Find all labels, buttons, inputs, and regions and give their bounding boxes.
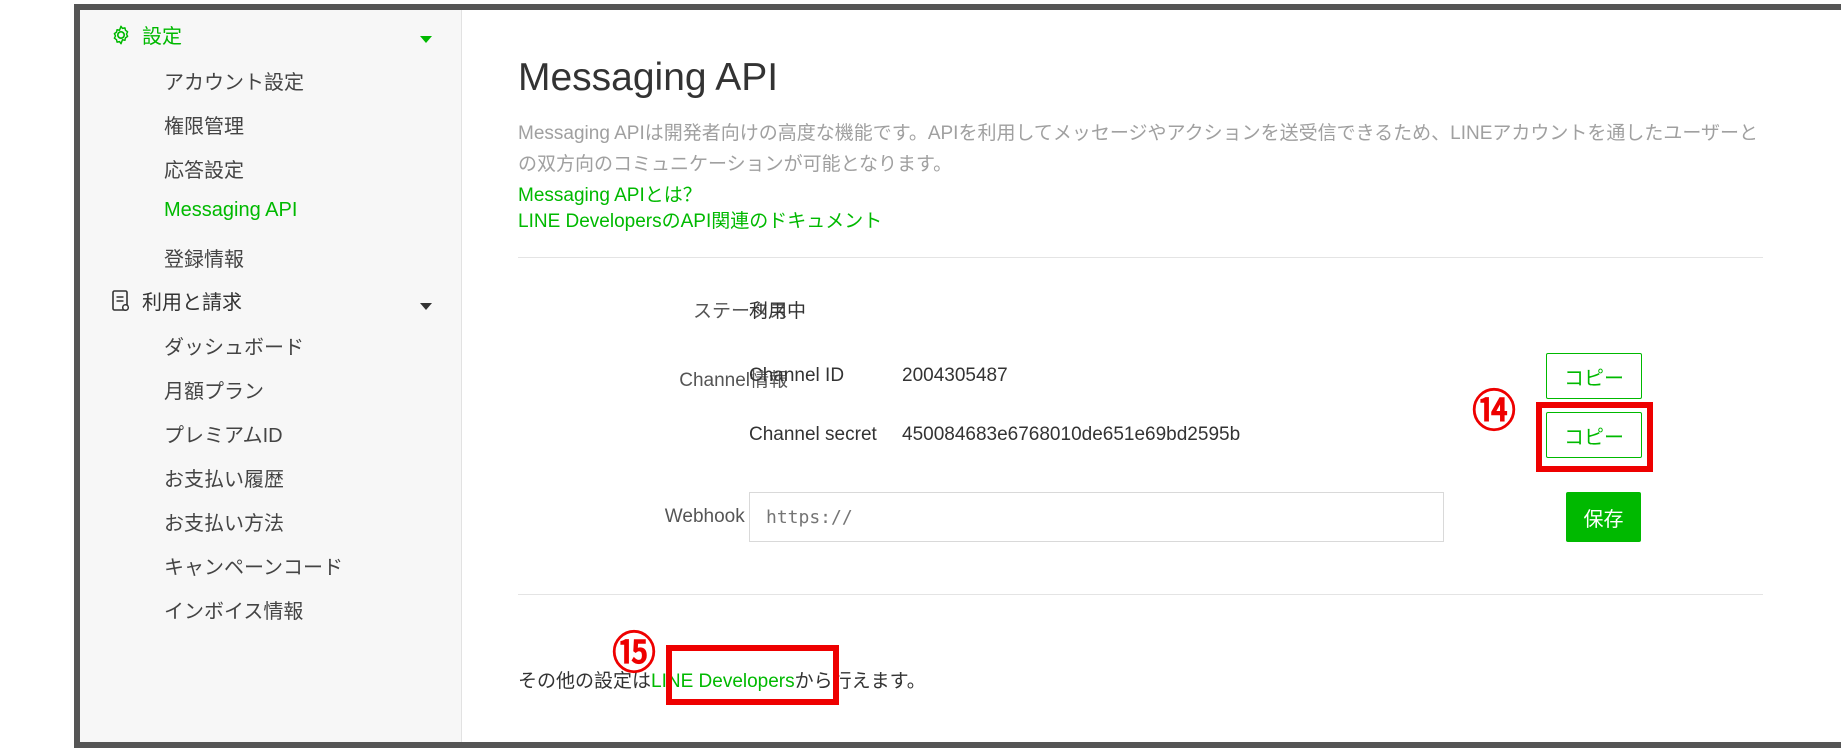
status-value: 利用中 (749, 301, 807, 322)
divider (518, 257, 1763, 258)
highlight-box-line-developers (666, 645, 839, 705)
channel-secret-label: Channel secret (749, 424, 877, 445)
sidebar-item-monthly-plan[interactable]: 月額プラン (164, 375, 264, 404)
page-description: Messaging APIは開発者向けの高度な機能です。APIを利用してメッセー… (518, 123, 1759, 175)
sidebar-section-billing[interactable]: 利用と請求 (110, 286, 242, 315)
channel-id-value: 2004305487 (902, 365, 1008, 386)
gear-icon (113, 25, 129, 44)
webhook-url-input[interactable] (749, 492, 1444, 542)
step-15-marker: ⑮ (612, 628, 656, 679)
api-docs-link[interactable]: LINE DevelopersのAPI関連のドキュメント (518, 206, 882, 233)
highlight-box-copy-secret (1536, 402, 1653, 472)
sidebar: 設定 アカウント設定 権限管理 応答設定 Messaging API 登録情報 … (80, 10, 462, 742)
sidebar-section-label: 設定 (142, 26, 182, 48)
sidebar-item-permissions[interactable]: 権限管理 (164, 110, 244, 139)
divider (518, 594, 1763, 595)
save-button[interactable]: 保存 (1566, 492, 1641, 542)
sidebar-item-invoice-info[interactable]: インボイス情報 (164, 595, 303, 624)
sidebar-item-payment-history[interactable]: お支払い履歴 (164, 463, 284, 492)
about-messaging-api-link[interactable]: Messaging APIとは？ (518, 180, 702, 207)
copy-channel-id-button[interactable]: コピー (1546, 353, 1642, 399)
channel-id-label: Channel ID (749, 365, 845, 386)
sidebar-item-dashboard[interactable]: ダッシュボード (164, 331, 304, 360)
document-icon (112, 289, 130, 311)
chevron-down-icon[interactable] (420, 303, 432, 310)
chevron-down-icon[interactable] (420, 36, 432, 43)
channel-secret-value: 450084683e6768010de651e69bd2595b (902, 424, 1241, 445)
sidebar-item-response-settings[interactable]: 応答設定 (164, 154, 244, 183)
sidebar-item-messaging-api[interactable]: Messaging API (164, 199, 297, 222)
app-window: 設定 アカウント設定 権限管理 応答設定 Messaging API 登録情報 … (74, 4, 1841, 748)
sidebar-item-account-settings[interactable]: アカウント設定 (164, 66, 304, 95)
sidebar-section-label: 利用と請求 (142, 292, 242, 314)
sidebar-item-registration-info[interactable]: 登録情報 (164, 243, 244, 272)
main-content: Messaging API Messaging APIは開発者向けの高度な機能で… (462, 10, 1841, 742)
sidebar-item-premium-id[interactable]: プレミアムID (164, 419, 283, 448)
sidebar-section-settings[interactable]: 設定 (110, 20, 182, 49)
sidebar-item-campaign-code[interactable]: キャンペーンコード (164, 551, 343, 580)
step-14-marker: ⑭ (1472, 386, 1516, 437)
sidebar-item-payment-method[interactable]: お支払い方法 (164, 507, 284, 536)
page-title: Messaging API (518, 56, 779, 99)
